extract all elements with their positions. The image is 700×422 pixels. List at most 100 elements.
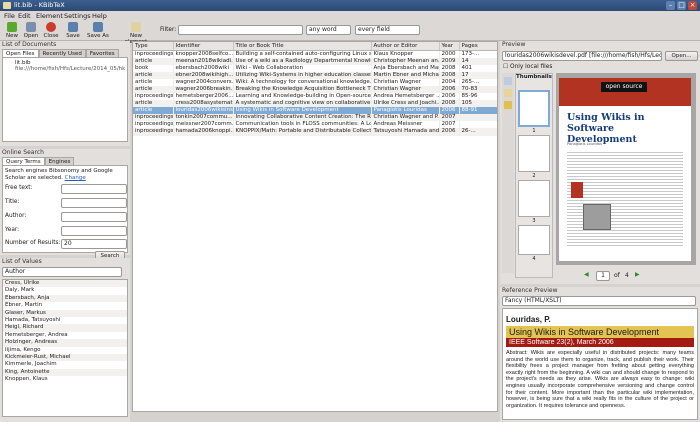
bookmarks-icon[interactable] — [504, 89, 512, 97]
thumb-page-1[interactable] — [518, 90, 550, 127]
free-text-input[interactable] — [61, 184, 127, 194]
thumbnails-icon[interactable] — [504, 77, 512, 85]
close-icon — [46, 22, 56, 32]
close-window-button[interactable]: × — [688, 1, 697, 10]
column-header[interactable]: Author or Editor — [371, 42, 440, 51]
table-row[interactable]: book ebersbach2008wiki Wiki - Web Collabor… — [133, 64, 497, 72]
table-cell: 2004 — [439, 78, 460, 86]
thumb-page-2[interactable] — [518, 135, 550, 172]
table-cell: Martin Ebner and Micha... — [371, 71, 440, 79]
open-file-button[interactable]: Open... — [665, 51, 698, 61]
table-row[interactable]: inproceedings hamada2006knoppi... KNOPPIX/… — [133, 128, 497, 136]
new-icon — [7, 22, 17, 32]
word-mode-select[interactable]: any word — [306, 25, 351, 35]
reference-preview-panel: Reference Preview Fancy (HTML/XSLT) Lour… — [500, 287, 700, 422]
menu-settings[interactable]: Settings — [64, 12, 91, 20]
tab-engines[interactable]: Engines — [44, 157, 75, 165]
filter-input[interactable] — [178, 25, 303, 35]
table-row[interactable]: inproceedings hemetsberger2006... Learning… — [133, 92, 497, 101]
table-row[interactable]: article wagner2004convers... Wiki: A techn… — [133, 78, 497, 86]
table-row[interactable]: inproceedings meissner2007comm... Communic… — [133, 121, 497, 129]
tab-recently-used[interactable]: Recently Used — [38, 49, 86, 57]
list-item[interactable]: Kimmerle, Joachim — [3, 361, 127, 368]
list-item[interactable]: Holzinger, Andreas — [3, 339, 127, 347]
menu-file[interactable]: File — [4, 12, 15, 20]
list-item[interactable]: Hemetsberger, Andrea — [3, 332, 127, 339]
field-select[interactable]: Author — [2, 267, 122, 277]
table-cell: 2000 — [439, 50, 460, 58]
save-button[interactable]: Save — [65, 22, 81, 39]
new-button[interactable]: New — [4, 22, 20, 39]
table-row[interactable]: article wagner2006breakin... Breaking the … — [133, 85, 497, 93]
column-header[interactable]: Year — [439, 42, 460, 51]
menu-help[interactable]: Help — [92, 12, 107, 20]
list-item[interactable]: Ebersbach, Anja — [3, 294, 127, 303]
list-item[interactable]: Ebner, Martin — [3, 302, 127, 309]
table-cell: Using Wikis in Software Development — [233, 107, 372, 115]
author-input[interactable] — [61, 212, 127, 222]
table-cell: 2006 — [439, 85, 460, 93]
tab-open-files[interactable]: Open Files — [2, 49, 39, 57]
tab-query-terms[interactable]: Query Terms — [2, 157, 45, 165]
list-item[interactable]: Cress, Ulrike — [3, 280, 127, 288]
app-icon — [3, 2, 11, 9]
list-item[interactable]: King, Antoinette — [3, 368, 127, 377]
favorites-icon[interactable] — [504, 101, 512, 109]
only-local-checkbox[interactable]: ☐ Only local files — [503, 64, 552, 70]
column-header[interactable]: Title or Book Title — [233, 42, 372, 51]
preview-file-select[interactable]: louridas2006wikisdevel.pdf [file:///home… — [502, 51, 662, 61]
next-page-icon[interactable]: ▶ — [635, 271, 640, 278]
minimize-button[interactable]: – — [666, 1, 675, 10]
list-item[interactable]: Kickmeier-Rust, Michael — [3, 353, 127, 362]
list-item[interactable]: Heigl, Richard — [3, 324, 127, 332]
thumb-page-4[interactable] — [518, 225, 550, 255]
save-as-icon — [93, 22, 103, 32]
table-cell: 2008 — [439, 64, 460, 72]
change-link[interactable]: Change — [65, 175, 86, 181]
tab-favorites[interactable]: Favorites — [85, 49, 119, 57]
table-row[interactable]: inproceedings knopper2008selfco... Buildin… — [133, 50, 497, 58]
field-mode-select[interactable]: every field — [355, 25, 420, 35]
page-number-input[interactable]: 1 — [596, 271, 610, 281]
reference-preview-title: Reference Preview — [502, 287, 558, 294]
table-row[interactable]: article meenan2018wikiadi... Use of a wiki… — [133, 57, 497, 65]
list-item[interactable]: Iijima, Kengo — [3, 347, 127, 354]
list-item[interactable]: Knoppen, Klaus — [3, 376, 127, 383]
save-as-button[interactable]: Save As — [86, 22, 110, 39]
open-files-list: lit.bib file:///home/fish/Hfs/Lecture/20… — [2, 57, 128, 142]
column-header[interactable]: Pages — [459, 42, 497, 51]
table-row[interactable]: inproceedings tonkin2007commu... Innovatin… — [133, 114, 497, 122]
table-cell: article — [133, 78, 174, 86]
prev-page-icon[interactable]: ◀ — [584, 271, 589, 278]
table-row[interactable]: articlelouridas2006wikisinsoft...Using W… — [133, 107, 497, 115]
title-input[interactable] — [61, 198, 127, 208]
maximize-button[interactable]: □ — [677, 1, 686, 10]
table-cell: meenan2018wikiadi... — [173, 57, 234, 65]
page-total-label: 4 — [625, 272, 629, 279]
thumb-page-3[interactable] — [518, 180, 550, 217]
year-input[interactable] — [61, 226, 127, 236]
pdf-view[interactable]: open source Using Wikis in Software Deve… — [556, 73, 696, 265]
open-button[interactable]: Open — [23, 22, 39, 39]
table-cell: A systematic and cognitive view on colla… — [233, 100, 372, 108]
list-item[interactable]: Glaser, Markus — [3, 309, 127, 317]
style-select[interactable]: Fancy (HTML/XSLT) — [502, 296, 696, 306]
table-row[interactable]: article ebner2008wikihigh... Utilizing Wik… — [133, 71, 497, 79]
file-item[interactable]: lit.bib file:///home/fish/Hfs/Lecture/20… — [5, 60, 125, 72]
column-header[interactable]: Identifier — [173, 42, 234, 51]
table-cell: Anja Ebersbach and Mar... — [371, 64, 440, 72]
menu-element[interactable]: Element — [36, 12, 63, 20]
title-label: Title: — [5, 199, 20, 205]
thumbnails-label: Thumbnails — [516, 74, 552, 80]
table-row[interactable]: article cress2008asystemati... A systemati… — [133, 100, 497, 108]
list-item[interactable]: Daly, Mark — [3, 287, 127, 294]
pdf-headline: Using Wikis in Software Development — [567, 112, 645, 145]
num-results-spinbox[interactable]: 20 — [61, 239, 127, 249]
column-header[interactable]: Type — [133, 42, 174, 51]
filter-label: Filter: — [160, 27, 177, 33]
menu-bar: File Edit Element Settings Help — [0, 11, 700, 21]
pdf-page: open source Using Wikis in Software Deve… — [559, 78, 691, 261]
list-item[interactable]: Hamada, Tatsuyoshi — [3, 317, 127, 324]
close-button[interactable]: Close — [42, 22, 60, 39]
menu-edit[interactable]: Edit — [18, 12, 31, 20]
